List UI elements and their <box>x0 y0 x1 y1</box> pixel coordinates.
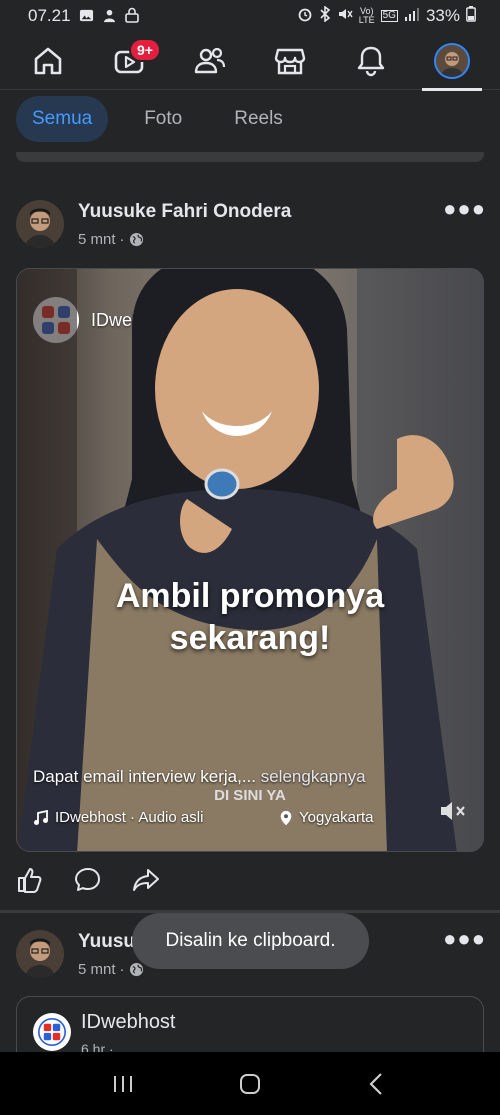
profile-avatar <box>433 42 470 79</box>
author-avatar[interactable] <box>16 930 64 978</box>
network-indicator: 5G <box>380 10 398 22</box>
battery-icon <box>466 5 476 27</box>
app-notification-icon <box>102 8 117 25</box>
bell-icon <box>357 46 385 76</box>
post-actions <box>16 866 160 894</box>
lte-indicator: Vo) LTE <box>358 6 375 25</box>
video-overlay-text: Ambil promonya sekarang! <box>115 577 385 657</box>
filter-chip-semua[interactable]: Semua <box>16 96 109 142</box>
alarm-icon <box>297 6 313 27</box>
filter-row: Semua Foto Reels <box>16 96 299 142</box>
nav-friends[interactable] <box>180 32 240 90</box>
toast-message: Disalin ke clipboard. <box>132 913 369 969</box>
nav-home[interactable] <box>18 32 78 90</box>
friends-icon <box>194 47 225 73</box>
comment-icon[interactable] <box>74 866 102 894</box>
nav-notifications[interactable] <box>341 32 401 90</box>
author-avatar[interactable] <box>16 200 64 248</box>
post-more-button[interactable]: ●●● <box>443 926 486 952</box>
post-caption[interactable]: Dapat email interview kerja,... selengka… <box>33 767 366 787</box>
location-link[interactable]: Yogyakarta <box>279 809 374 826</box>
status-bar: 07.21 Vo) LTE 5G 33% <box>0 0 500 32</box>
bluetooth-icon <box>319 4 331 27</box>
home-button-icon[interactable] <box>237 1071 263 1097</box>
gallery-icon <box>79 8 94 25</box>
post-time[interactable]: 5 mnt <box>78 961 116 978</box>
volume-muted-icon <box>441 802 465 820</box>
notification-badge: 9+ <box>128 37 161 62</box>
globe-icon <box>129 962 143 976</box>
marketplace-icon <box>275 48 306 74</box>
back-icon[interactable] <box>364 1071 390 1097</box>
like-icon[interactable] <box>16 866 44 894</box>
recent-apps-icon[interactable] <box>110 1071 136 1097</box>
video-bottom-text: DI SINI YA <box>214 787 286 804</box>
nav-video[interactable]: 9+ <box>99 32 161 90</box>
music-note-icon <box>34 809 48 825</box>
shared-page-name[interactable]: IDwebhost <box>81 1011 176 1034</box>
mute-icon <box>337 6 353 27</box>
page-logo <box>33 1013 71 1051</box>
system-nav-bar <box>0 1052 500 1115</box>
share-icon[interactable] <box>132 866 160 894</box>
post-author-name[interactable]: Yuusuke Fahri Onodera <box>78 201 291 223</box>
previous-post-bottom <box>16 152 484 162</box>
globe-icon <box>129 232 143 246</box>
nav-profile[interactable] <box>421 32 482 91</box>
video-frame-illustration <box>17 269 483 851</box>
meta-separator: · <box>119 960 125 978</box>
mute-button[interactable] <box>435 793 471 829</box>
audio-label: IDwebhost · Audio asli <box>55 809 204 826</box>
filter-chip-reels[interactable]: Reels <box>218 96 299 142</box>
top-nav: 9+ <box>0 32 500 91</box>
post-video[interactable]: IDwebhost Ambil promonya sekarang! DI SI… <box>16 268 484 852</box>
location-label: Yogyakarta <box>299 809 374 826</box>
post-header: Yuusuke Fahri Onodera 5 mnt · <box>16 200 291 248</box>
location-pin-icon <box>280 810 292 825</box>
see-more-link[interactable]: selengkapnya <box>261 767 366 786</box>
nav-marketplace[interactable] <box>260 32 320 90</box>
meta-separator: · <box>119 230 125 248</box>
post-time[interactable]: 5 mnt <box>78 231 116 248</box>
lock-icon <box>124 7 139 25</box>
signal-icon <box>404 6 420 26</box>
post-more-button[interactable]: ●●● <box>443 196 486 222</box>
post-header: Yuusu 5 mnt · <box>16 930 144 978</box>
battery-percentage: 33% <box>425 6 460 25</box>
status-time: 07.21 <box>28 6 71 25</box>
filter-chip-foto[interactable]: Foto <box>128 96 198 142</box>
audio-link[interactable]: IDwebhost · Audio asli <box>33 809 203 826</box>
home-icon <box>35 47 62 74</box>
